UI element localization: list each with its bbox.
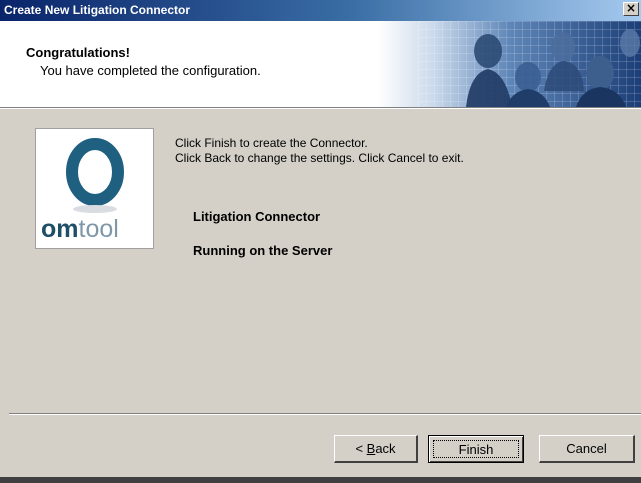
wizard-header: Congratulations! You have completed the … <box>0 21 641 107</box>
instruction-line: Click Back to change the settings. Click… <box>175 151 464 165</box>
connector-name: Litigation Connector <box>193 209 321 224</box>
back-button[interactable]: < Back <box>334 435 418 463</box>
finish-button-label: Finish <box>458 441 494 457</box>
cancel-button[interactable]: Cancel <box>539 435 635 463</box>
footer-divider-highlight <box>9 414 641 415</box>
close-button[interactable]: × <box>623 2 639 16</box>
title-bar[interactable]: Create New Litigation Connector × <box>0 0 641 21</box>
window-title: Create New Litigation Connector <box>4 3 191 17</box>
instruction-line: Click Finish to create the Connector. <box>175 136 368 150</box>
logo-wordmark: omtool <box>41 216 119 243</box>
close-icon: × <box>625 1 637 15</box>
logo-word-tool: tool <box>78 215 119 243</box>
header-subtitle: You have completed the configuration. <box>40 63 261 78</box>
instructions-text: Click Finish to create the Connector. Cl… <box>175 136 464 166</box>
header-divider-highlight <box>0 108 641 109</box>
window-bottom-edge <box>0 477 641 483</box>
back-button-prefix: < <box>355 441 367 456</box>
wizard-dialog: Create New Litigation Connector × Congra… <box>0 0 641 483</box>
back-button-label: ack <box>375 441 396 456</box>
logo-word-om: om <box>41 215 79 243</box>
finish-button[interactable]: Finish <box>428 435 524 463</box>
connector-location: Running on the Server <box>193 243 333 258</box>
header-title: Congratulations! <box>26 45 130 60</box>
header-people-graphic <box>378 21 641 107</box>
omtool-logo: omtool <box>35 128 154 249</box>
cancel-button-label: Cancel <box>566 441 607 456</box>
